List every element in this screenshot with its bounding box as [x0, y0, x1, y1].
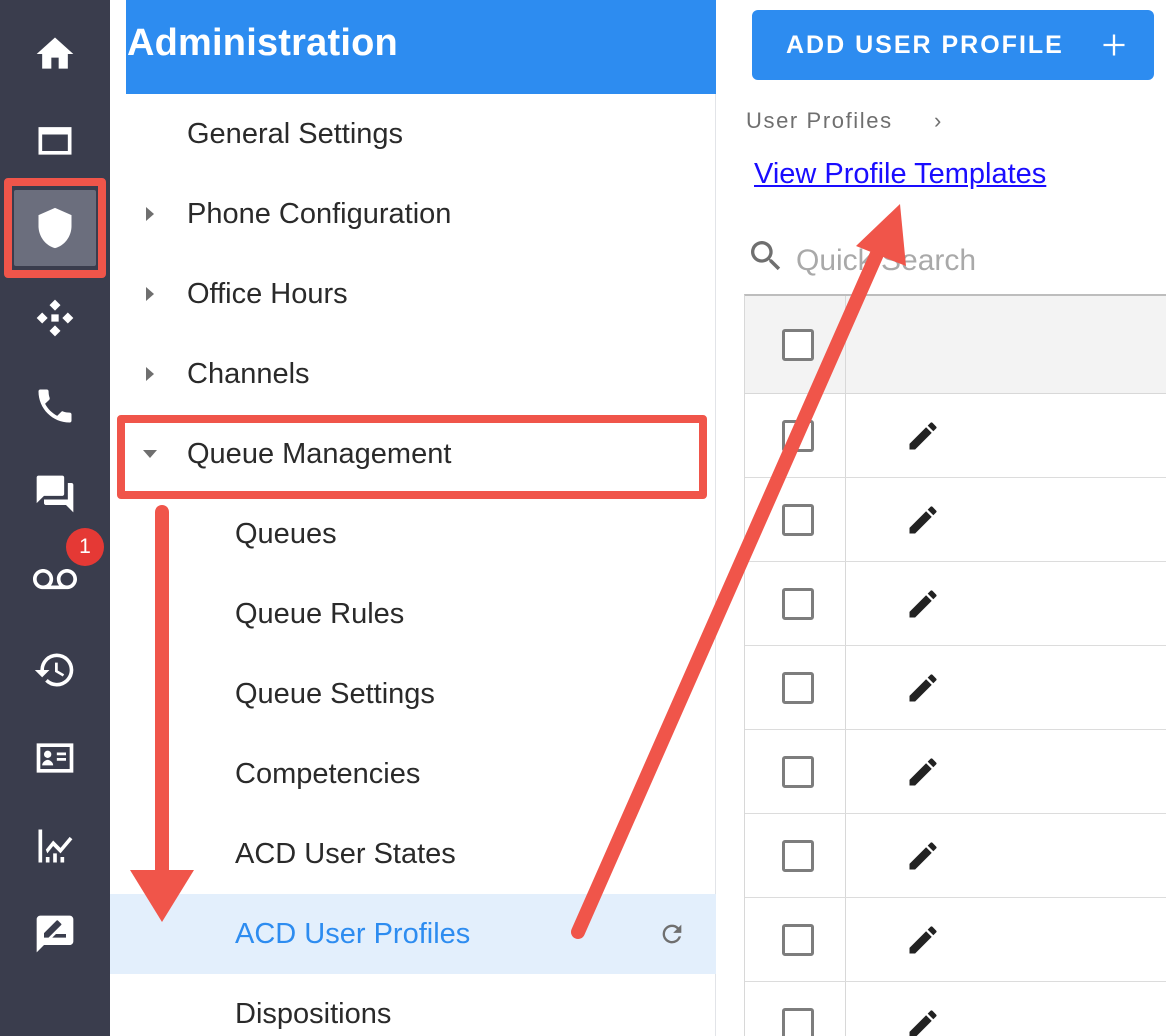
table-row[interactable] — [745, 982, 1166, 1036]
nav-item-label: General Settings — [187, 117, 404, 150]
nav-subitem-queues[interactable]: Queues — [110, 494, 716, 574]
row-checkbox[interactable] — [782, 1008, 814, 1036]
nav-subitem-dispositions[interactable]: Dispositions — [110, 974, 716, 1036]
table-row[interactable] — [745, 646, 1166, 730]
table-row[interactable] — [745, 562, 1166, 646]
home-icon — [36, 37, 74, 69]
nav-subitem-label: ACD User States — [235, 837, 456, 870]
table-row[interactable] — [745, 478, 1166, 562]
nav-item-office-hours[interactable]: Office Hours — [110, 254, 716, 334]
history-icon — [34, 653, 74, 687]
nav-item-channels[interactable]: Channels — [110, 334, 716, 414]
row-checkbox[interactable] — [782, 924, 814, 956]
nav-subitem-label: Queue Rules — [235, 597, 405, 630]
caret-right-icon — [146, 367, 154, 381]
voicemail-icon — [33, 569, 77, 590]
nav-item-general-settings[interactable]: General Settings — [110, 94, 716, 174]
nav-subitem-acd-user-profiles[interactable]: ACD User Profiles — [110, 894, 716, 974]
analytics-icon — [38, 829, 73, 863]
table-header — [745, 296, 1166, 394]
app-icon-rail: 1 — [0, 0, 110, 1036]
nav-item-label: Phone Configuration — [187, 197, 452, 230]
rail-item-contacts[interactable] — [0, 718, 110, 798]
voicemail-badge: 1 — [66, 528, 104, 566]
edit-pencil-icon[interactable] — [905, 838, 941, 874]
rail-item-admin[interactable] — [0, 188, 110, 268]
caret-right-icon — [146, 207, 154, 221]
feedback-icon — [36, 915, 74, 953]
row-checkbox[interactable] — [782, 504, 814, 536]
user-profiles-table — [744, 294, 1166, 1036]
select-all-checkbox[interactable] — [782, 329, 814, 361]
rail-item-phone[interactable] — [0, 366, 110, 446]
rail-item-history[interactable] — [0, 630, 110, 710]
phone-icon — [38, 389, 72, 423]
row-checkbox[interactable] — [782, 840, 814, 872]
edit-pencil-icon[interactable] — [905, 754, 941, 790]
nav-subitem-queue-settings[interactable]: Queue Settings — [110, 654, 716, 734]
add-user-profile-label: ADD USER PROFILE — [786, 30, 1064, 59]
nav-item-label: Channels — [187, 357, 310, 390]
row-checkbox[interactable] — [782, 672, 814, 704]
rail-item-chat[interactable] — [0, 454, 110, 534]
refresh-icon[interactable] — [658, 920, 686, 948]
admin-title: Administration — [126, 0, 716, 94]
nav-subitem-acd-user-states[interactable]: ACD User States — [110, 814, 716, 894]
nav-subitem-label: Dispositions — [235, 997, 392, 1030]
nav-subitem-label: ACD User Profiles — [235, 917, 471, 950]
nav-subitem-label: Competencies — [235, 757, 421, 790]
caret-down-icon — [143, 450, 157, 458]
hub-icon — [36, 299, 74, 337]
nav-subitem-label: Queues — [235, 517, 337, 550]
quick-search-input[interactable] — [796, 238, 1156, 284]
breadcrumb[interactable]: User Profiles — [746, 108, 893, 134]
table-row[interactable] — [745, 814, 1166, 898]
edit-pencil-icon[interactable] — [905, 502, 941, 538]
search-icon — [751, 241, 781, 271]
edit-pencil-icon[interactable] — [905, 670, 941, 706]
shield-icon — [38, 207, 72, 249]
rail-item-analytics[interactable] — [0, 806, 110, 886]
rail-item-hub[interactable] — [0, 278, 110, 358]
row-checkbox[interactable] — [782, 420, 814, 452]
view-profile-templates-link[interactable]: View Profile Templates — [754, 158, 1046, 191]
nav-subitem-label: Queue Settings — [235, 677, 435, 710]
table-row[interactable] — [745, 898, 1166, 982]
caret-right-icon — [146, 287, 154, 301]
edit-pencil-icon[interactable] — [905, 418, 941, 454]
chat-icon — [36, 475, 74, 513]
nav-item-label: Queue Management — [187, 437, 452, 470]
breadcrumb-separator: › — [934, 108, 942, 133]
rail-item-feedback[interactable] — [0, 894, 110, 974]
plus-icon — [1103, 34, 1125, 56]
contact-card-icon — [36, 743, 74, 773]
add-user-profile-button[interactable]: ADD USER PROFILE — [752, 10, 1154, 80]
nav-subitem-queue-rules[interactable]: Queue Rules — [110, 574, 716, 654]
edit-pencil-icon[interactable] — [905, 586, 941, 622]
table-row[interactable] — [745, 394, 1166, 478]
row-checkbox[interactable] — [782, 756, 814, 788]
rail-item-folder[interactable] — [0, 100, 110, 180]
admin-navigation: Administration General Settings Phone Co… — [110, 0, 716, 1036]
nav-item-queue-management[interactable]: Queue Management — [110, 414, 716, 494]
nav-item-phone-configuration[interactable]: Phone Configuration — [110, 174, 716, 254]
table-row[interactable] — [745, 730, 1166, 814]
main-content: ADD USER PROFILE User Profiles › View Pr… — [716, 0, 1166, 1036]
row-checkbox[interactable] — [782, 588, 814, 620]
folder-icon — [38, 127, 72, 155]
nav-subitem-competencies[interactable]: Competencies — [110, 734, 716, 814]
edit-pencil-icon[interactable] — [905, 1006, 941, 1036]
nav-item-label: Office Hours — [187, 277, 348, 310]
rail-item-home[interactable] — [0, 14, 110, 94]
edit-pencil-icon[interactable] — [905, 922, 941, 958]
